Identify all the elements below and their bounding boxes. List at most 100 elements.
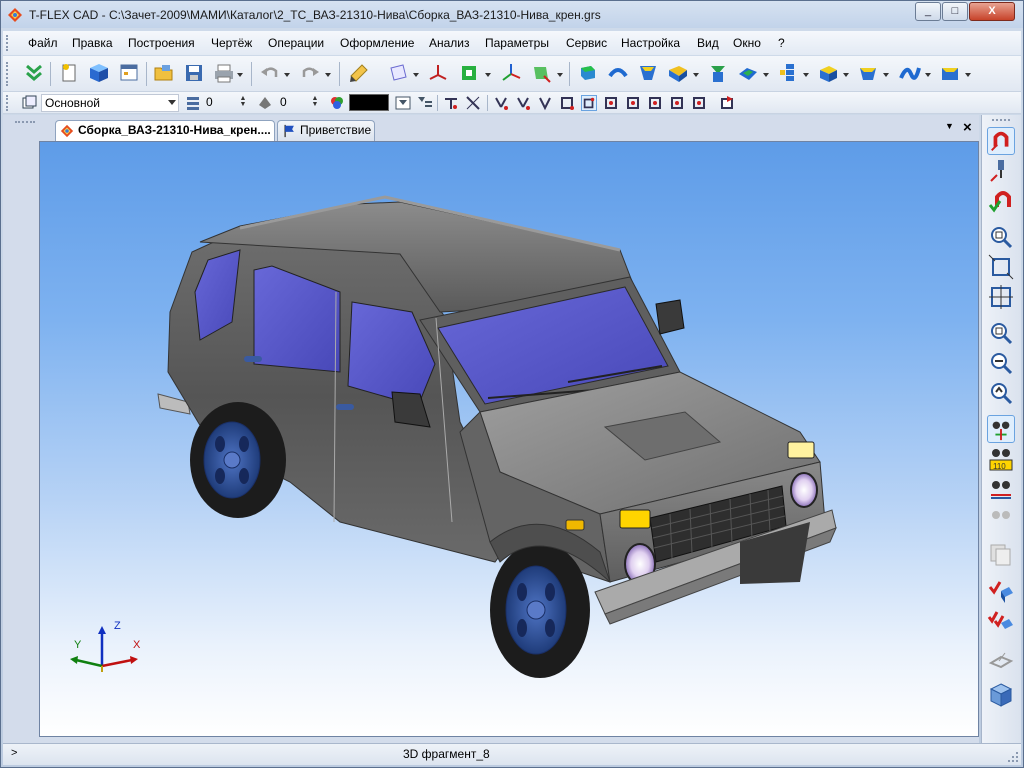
3d-viewport[interactable]: Z X Y bbox=[39, 141, 979, 737]
surface-dropdown[interactable] bbox=[925, 73, 931, 77]
menu-window[interactable]: Окно bbox=[733, 36, 761, 50]
check-blue-cube-icon[interactable] bbox=[987, 577, 1015, 605]
body-icon[interactable] bbox=[939, 62, 961, 84]
filter-icon[interactable] bbox=[395, 95, 411, 111]
lcs-icon[interactable] bbox=[530, 62, 552, 84]
3d-node-icon[interactable] bbox=[427, 62, 449, 84]
toolbar-grip[interactable] bbox=[6, 95, 10, 111]
menu-analysis[interactable]: Анализ bbox=[429, 36, 470, 50]
rotate-icon[interactable] bbox=[607, 62, 629, 84]
chamfer-dropdown[interactable] bbox=[883, 73, 889, 77]
zoom-in-icon[interactable] bbox=[987, 319, 1015, 347]
snap-toggle-icon[interactable] bbox=[443, 95, 459, 111]
loft-icon[interactable] bbox=[637, 62, 659, 84]
menu-settings[interactable]: Настройка bbox=[621, 36, 680, 50]
shell-dropdown[interactable] bbox=[763, 73, 769, 77]
window-icon[interactable] bbox=[118, 62, 140, 84]
zoom-all-icon[interactable] bbox=[987, 283, 1015, 311]
body-dropdown[interactable] bbox=[965, 73, 971, 77]
magnet-check-icon[interactable] bbox=[987, 187, 1015, 215]
zoom-extents-icon[interactable] bbox=[987, 253, 1015, 281]
tab-assembly[interactable]: Сборка_ВАЗ-21310-Нива_крен.... bbox=[55, 120, 275, 142]
dimension-icon[interactable]: 110 bbox=[987, 445, 1015, 473]
menu-view[interactable]: Вид bbox=[697, 36, 719, 50]
workplane-gray-icon[interactable] bbox=[987, 645, 1015, 673]
zoom-previous-icon[interactable] bbox=[987, 379, 1015, 407]
boolean-icon[interactable] bbox=[707, 62, 729, 84]
hidden-icon[interactable] bbox=[987, 503, 1015, 531]
color-swatch[interactable] bbox=[349, 94, 389, 111]
sweep-dropdown[interactable] bbox=[693, 73, 699, 77]
tab-list-dropdown[interactable]: ▼ bbox=[945, 121, 954, 131]
snap-intersection-icon[interactable] bbox=[669, 95, 685, 111]
snap-vertex-icon[interactable] bbox=[537, 95, 553, 111]
priority-spinner[interactable]: ▲ ▼ bbox=[311, 95, 319, 110]
level-spinner[interactable]: ▲ ▼ bbox=[239, 95, 247, 110]
menu-service[interactable]: Сервис bbox=[566, 36, 607, 50]
car-model[interactable] bbox=[40, 142, 980, 738]
magnet-snap-icon[interactable] bbox=[987, 127, 1015, 155]
redo-dropdown[interactable] bbox=[325, 73, 331, 77]
new-document-icon[interactable] bbox=[58, 62, 80, 84]
save-icon[interactable] bbox=[183, 62, 205, 84]
zoom-out-icon[interactable] bbox=[987, 349, 1015, 377]
sweep-icon[interactable] bbox=[667, 62, 689, 84]
priority-field[interactable]: 0 bbox=[277, 94, 309, 112]
maximize-button[interactable]: □ bbox=[942, 2, 968, 21]
surface-icon[interactable] bbox=[899, 62, 921, 84]
pin-snap-icon[interactable] bbox=[987, 157, 1015, 185]
fillet-icon[interactable] bbox=[817, 62, 839, 84]
array-dropdown[interactable] bbox=[803, 73, 809, 77]
snap-edge-icon[interactable] bbox=[581, 95, 597, 111]
3d-cube-icon[interactable] bbox=[88, 62, 110, 84]
cube-view-icon[interactable] bbox=[987, 681, 1015, 709]
workplane-dropdown[interactable] bbox=[413, 73, 419, 77]
menu-operations[interactable]: Операции bbox=[268, 36, 324, 50]
panel-grip[interactable] bbox=[992, 119, 1010, 123]
visibility-icon[interactable] bbox=[987, 415, 1015, 443]
undo-dropdown[interactable] bbox=[284, 73, 290, 77]
minimize-button[interactable]: _ bbox=[915, 2, 941, 21]
lcs-dropdown[interactable] bbox=[557, 73, 563, 77]
snap-face-icon[interactable] bbox=[559, 95, 575, 111]
snap-circle-icon[interactable] bbox=[625, 95, 641, 111]
list-filter-icon[interactable] bbox=[417, 95, 433, 111]
snap-node-icon[interactable] bbox=[493, 95, 509, 111]
resize-grip-icon[interactable] bbox=[1007, 751, 1019, 763]
glasses-icon[interactable] bbox=[987, 475, 1015, 503]
print-dropdown[interactable] bbox=[237, 73, 243, 77]
edit-pen-icon[interactable] bbox=[348, 62, 370, 84]
array-icon[interactable] bbox=[777, 62, 799, 84]
toolbar-grip[interactable] bbox=[6, 62, 10, 86]
copy-pages-icon[interactable] bbox=[987, 541, 1015, 569]
color-palette-icon[interactable] bbox=[329, 95, 345, 111]
double-chevron-down-icon[interactable] bbox=[23, 62, 45, 84]
fillet-dropdown[interactable] bbox=[843, 73, 849, 77]
snap-line-icon[interactable] bbox=[515, 95, 531, 111]
snap-normal-icon[interactable] bbox=[691, 95, 707, 111]
menu-design[interactable]: Оформление bbox=[340, 36, 414, 50]
menu-parameters[interactable]: Параметры bbox=[485, 36, 549, 50]
shell-icon[interactable] bbox=[737, 62, 759, 84]
open-folder-icon[interactable] bbox=[153, 62, 175, 84]
tab-close-button[interactable]: × bbox=[963, 119, 972, 136]
command-prompt-arrow[interactable]: > bbox=[11, 747, 17, 759]
close-button[interactable]: X bbox=[969, 2, 1015, 21]
snap-tangent-icon[interactable] bbox=[647, 95, 663, 111]
menu-file[interactable]: Файл bbox=[28, 36, 58, 50]
level-field[interactable]: 0 bbox=[203, 94, 235, 112]
menu-help[interactable]: ? bbox=[778, 36, 785, 50]
menu-construct[interactable]: Построения bbox=[128, 36, 195, 50]
double-check-cube-icon[interactable] bbox=[987, 607, 1015, 635]
menu-drawing[interactable]: Чертёж bbox=[211, 36, 252, 50]
workplane-icon[interactable] bbox=[387, 62, 409, 84]
tab-welcome[interactable]: Приветствие bbox=[277, 120, 375, 141]
redo-icon[interactable] bbox=[299, 62, 321, 84]
profile-dropdown[interactable] bbox=[485, 73, 491, 77]
menu-grip[interactable] bbox=[6, 35, 10, 51]
snap-all-icon[interactable] bbox=[719, 95, 735, 111]
zoom-window-icon[interactable] bbox=[987, 223, 1015, 251]
panel-grip[interactable] bbox=[15, 121, 35, 129]
layer-combo[interactable]: Основной bbox=[41, 94, 179, 112]
print-icon[interactable] bbox=[213, 62, 235, 84]
